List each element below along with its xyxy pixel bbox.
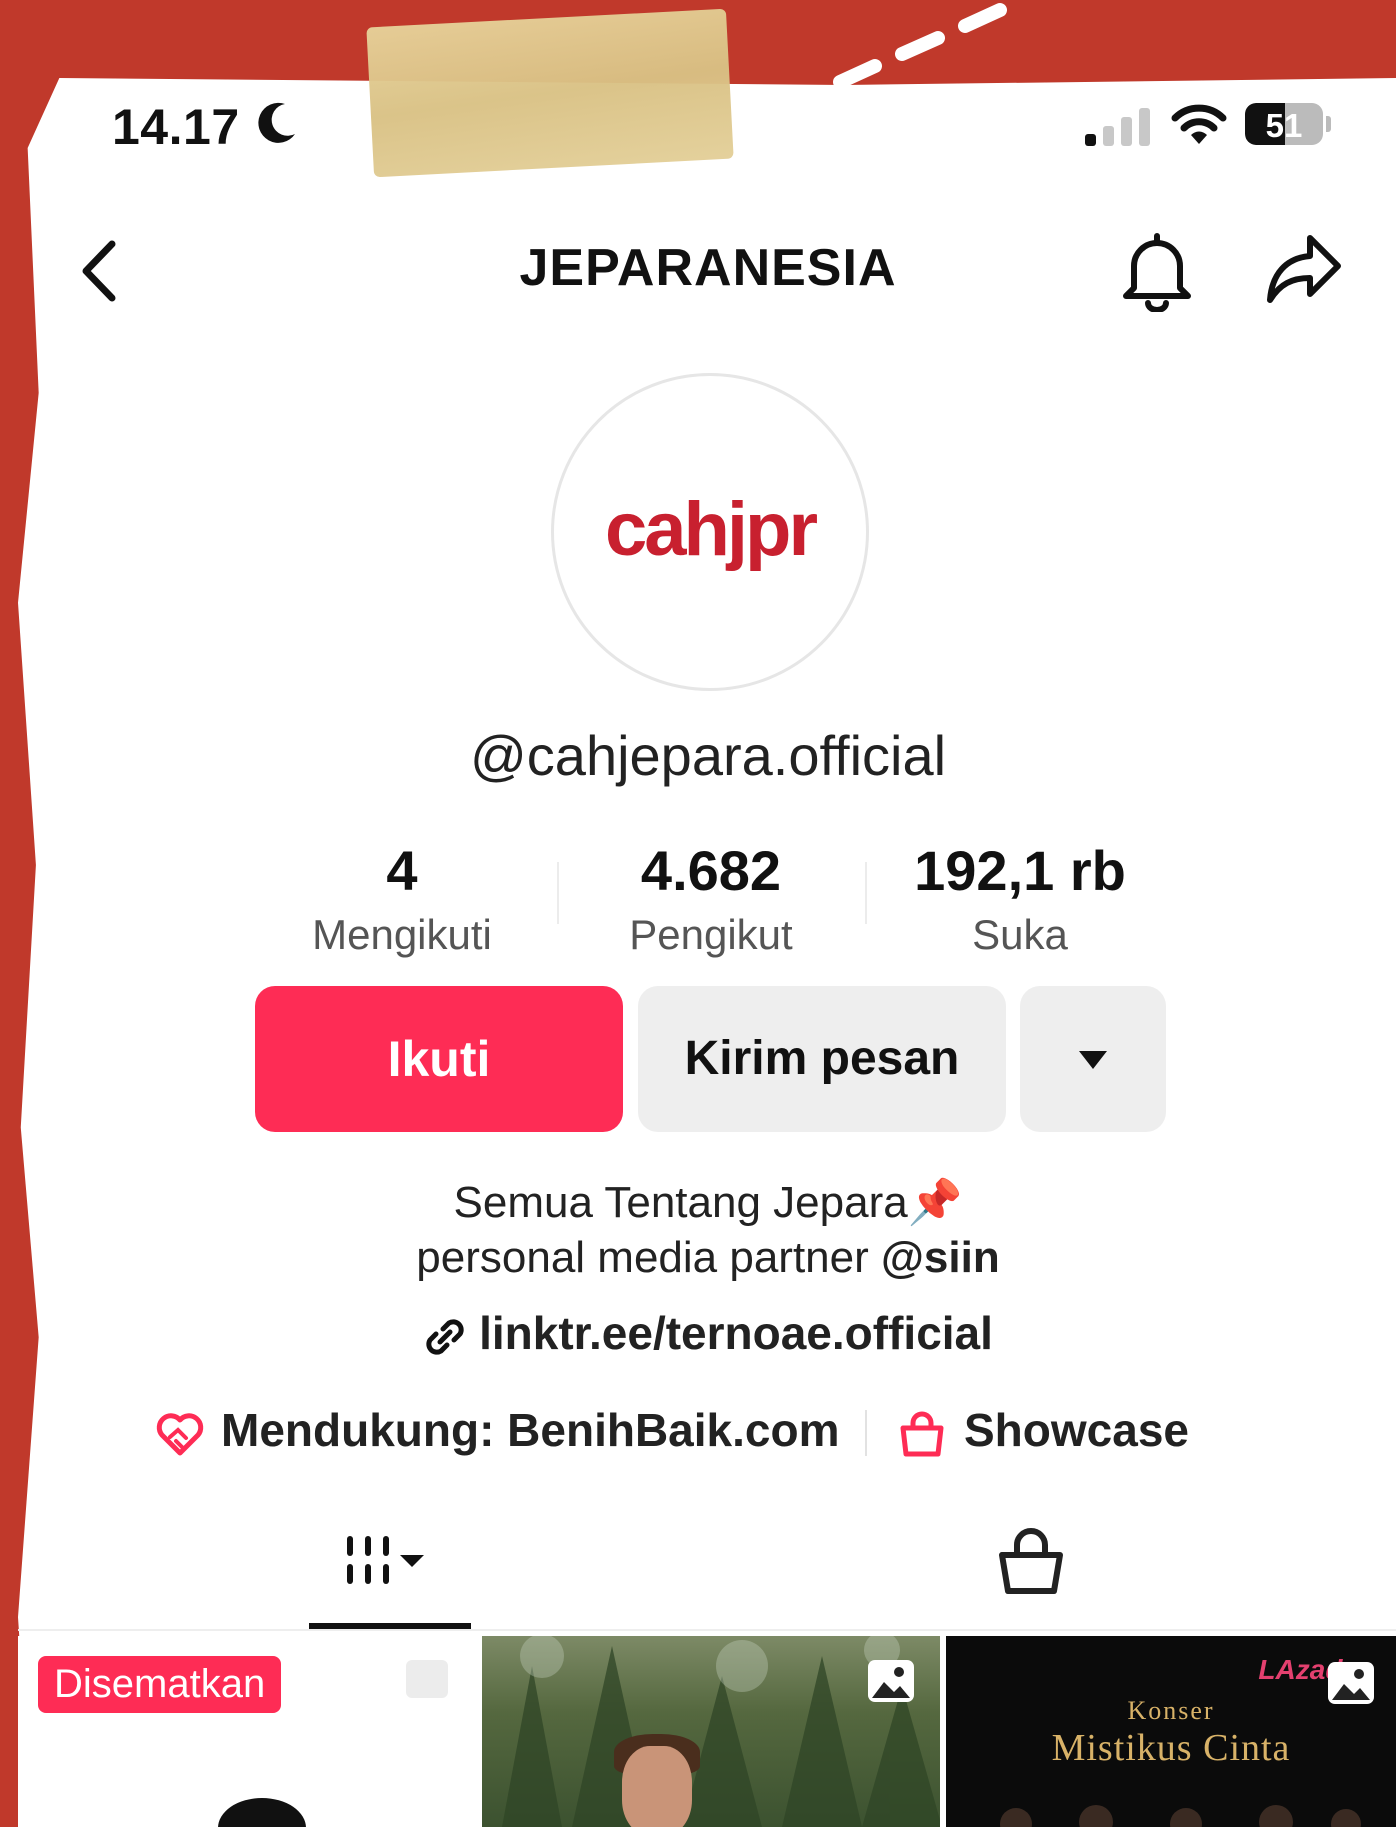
battery-tip <box>1326 116 1331 132</box>
stat-divider <box>557 862 559 924</box>
bio-mention-link[interactable]: @siin <box>881 1233 1000 1282</box>
concert-subtitle: Konser <box>1127 1696 1215 1725</box>
stat-likes[interactable]: 192,1 rb Suka <box>870 838 1170 959</box>
performers <box>1000 1805 1361 1827</box>
follow-button[interactable]: Ikuti <box>255 986 623 1132</box>
more-options-button[interactable] <box>1020 986 1166 1132</box>
tabs-border <box>18 1629 1396 1631</box>
shopping-bag-icon[interactable] <box>996 1527 1066 1597</box>
photo-icon <box>868 1660 914 1702</box>
wifi-icon <box>1171 104 1227 144</box>
bio-line-1: Semua Tentang Jepara📌 <box>453 1178 963 1227</box>
concert-main-title: Mistikus Cinta <box>1051 1727 1291 1769</box>
avatar-logo: cahjpr <box>604 487 818 572</box>
heart-handshake-icon <box>156 1413 204 1456</box>
stat-label: Pengikut <box>629 911 793 958</box>
photo-icon <box>406 1660 448 1698</box>
status-time: 14.17 <box>112 99 240 155</box>
bio-text: personal media partner <box>416 1233 881 1282</box>
concert-title: Konser Mistikus Cinta <box>946 1696 1396 1770</box>
share-icon[interactable] <box>1264 232 1344 308</box>
link-icon <box>426 1319 464 1355</box>
signal-icon <box>1085 108 1150 146</box>
caret-down-icon <box>1079 1051 1107 1069</box>
username: @cahjepara.official <box>469 724 947 787</box>
bell-icon[interactable] <box>1118 232 1196 312</box>
support-link[interactable]: Mendukung: BenihBaik.com <box>155 1403 839 1457</box>
video-thumbnail[interactable]: Disematkan <box>18 1636 476 1827</box>
info-divider <box>865 1410 867 1456</box>
bio-link-text: linktr.ee/ternoae.official <box>479 1307 993 1359</box>
avatar[interactable]: cahjpr <box>551 373 869 691</box>
stat-value: 4 <box>386 839 418 902</box>
message-button[interactable]: Kirim pesan <box>638 986 1006 1132</box>
decorative-dashes <box>833 3 1007 89</box>
video-thumbnail[interactable] <box>482 1636 940 1827</box>
thumbnail-subject <box>218 1798 306 1827</box>
bio-line-2: personal media partner @siin <box>0 1233 1396 1283</box>
thumbnail-subject <box>622 1746 692 1827</box>
stat-following[interactable]: 4 Mengikuti <box>252 838 552 959</box>
tab-videos[interactable] <box>309 1520 471 1630</box>
battery-percent: 51 <box>1265 107 1303 144</box>
shopping-bag-icon <box>900 1411 944 1457</box>
moon-icon <box>258 102 295 143</box>
stat-label: Suka <box>972 911 1068 958</box>
pinned-badge: Disematkan <box>38 1656 282 1713</box>
showcase-label: Showcase <box>964 1404 1189 1456</box>
stat-value: 192,1 rb <box>914 839 1126 902</box>
battery-icon: 51 <box>1245 103 1323 145</box>
video-thumbnail[interactable]: LAzada Konser Mistikus Cinta <box>946 1636 1396 1827</box>
stat-followers[interactable]: 4.682 Pengikut <box>561 838 861 959</box>
grid-icon <box>347 1536 424 1584</box>
stat-label: Mengikuti <box>312 911 492 958</box>
support-label: Mendukung: BenihBaik.com <box>221 1404 840 1456</box>
showcase-link[interactable]: Showcase <box>898 1403 1189 1458</box>
tape-decoration <box>366 8 734 178</box>
stat-divider <box>865 862 867 924</box>
bio-link[interactable]: linktr.ee/ternoae.official <box>0 1306 1396 1360</box>
stat-value: 4.682 <box>640 839 782 902</box>
